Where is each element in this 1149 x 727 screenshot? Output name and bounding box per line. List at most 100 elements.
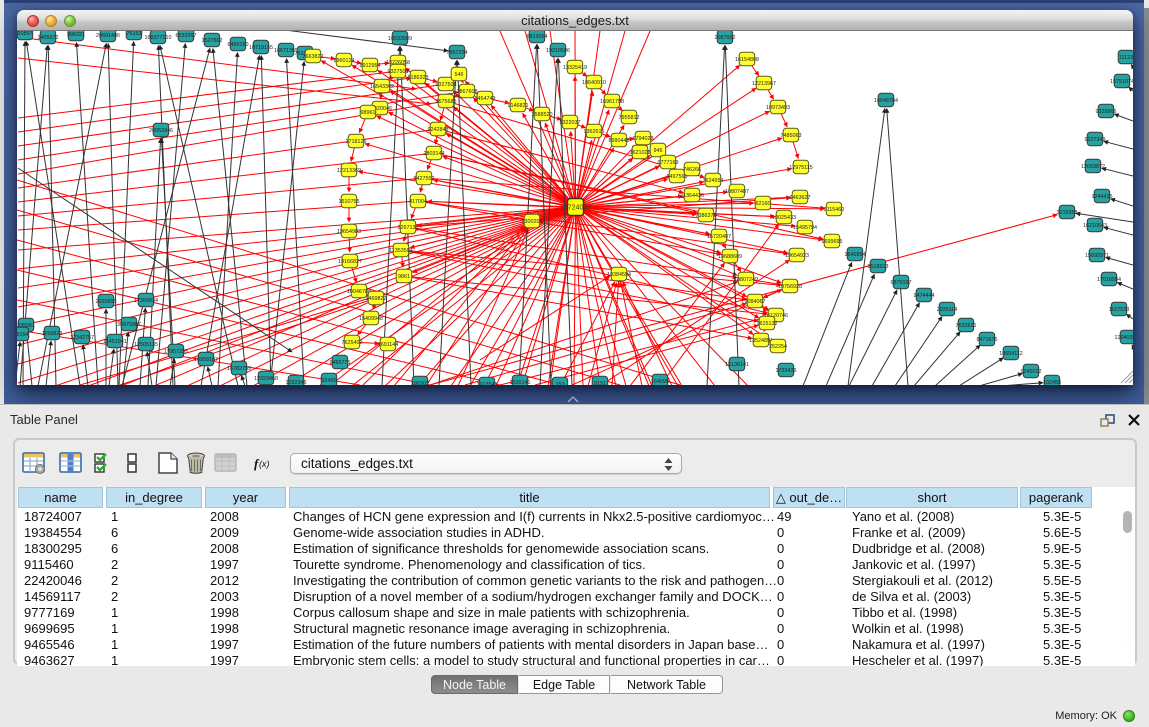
- svg-text:945: 945: [654, 148, 663, 154]
- svg-text:16210643: 16210643: [1083, 223, 1107, 229]
- svg-text:17016504: 17016504: [1097, 277, 1121, 283]
- svg-text:1405572: 1405572: [38, 35, 59, 41]
- svg-text:9084067: 9084067: [745, 299, 766, 305]
- svg-text:10756928: 10756928: [778, 284, 802, 290]
- svg-text:2718126: 2718126: [346, 139, 367, 145]
- svg-text:19654923: 19654923: [785, 253, 809, 259]
- svg-text:7955812: 7955812: [619, 115, 640, 121]
- svg-text:7957224: 7957224: [447, 50, 468, 56]
- svg-text:2867608: 2867608: [457, 89, 478, 95]
- svg-text:10973493: 10973493: [766, 105, 790, 111]
- svg-text:1535141: 1535141: [510, 380, 531, 385]
- svg-text:20053346: 20053346: [149, 128, 173, 134]
- svg-text:9151: 9151: [594, 381, 606, 385]
- svg-text:8990448: 8990448: [609, 138, 630, 144]
- svg-text:76153: 76153: [127, 31, 142, 37]
- svg-text:30975887: 30975887: [117, 322, 141, 328]
- svg-text:7625402: 7625402: [342, 340, 363, 346]
- svg-text:11353594: 11353594: [389, 248, 413, 254]
- svg-text:1588520: 1588520: [532, 112, 553, 118]
- svg-text:6794028: 6794028: [633, 136, 654, 142]
- svg-text:10807487: 10807487: [725, 189, 749, 195]
- svg-text:15720407: 15720407: [707, 234, 731, 240]
- svg-text:62160: 62160: [756, 201, 771, 207]
- svg-text:12323468: 12323468: [254, 376, 278, 382]
- svg-text:6533267: 6533267: [176, 33, 197, 39]
- svg-text:1621022: 1621022: [630, 150, 651, 156]
- svg-text:9146821: 9146821: [508, 103, 529, 109]
- svg-text:7485063: 7485063: [781, 133, 802, 139]
- svg-text:19384554: 19384554: [607, 272, 631, 278]
- svg-text:1913541: 1913541: [477, 382, 498, 385]
- svg-text:8427552: 8427552: [414, 176, 435, 182]
- svg-text:102455: 102455: [1043, 380, 1061, 385]
- svg-text:1156829: 1156829: [42, 331, 63, 337]
- svg-text:10688609: 10688609: [718, 254, 742, 260]
- svg-text:12093872: 12093872: [1081, 164, 1105, 170]
- svg-text:1362615: 1362615: [584, 129, 605, 135]
- svg-text:9327500: 9327500: [388, 69, 409, 75]
- svg-text:9242848: 9242848: [428, 127, 449, 133]
- svg-text:9699695: 9699695: [822, 239, 843, 245]
- svg-text:2803144: 2803144: [424, 151, 445, 157]
- svg-text:9115460: 9115460: [824, 207, 845, 213]
- svg-text:17359934: 17359934: [134, 298, 158, 304]
- svg-text:16543362: 16543362: [370, 84, 394, 90]
- svg-text:16648784: 16648784: [874, 98, 898, 104]
- svg-text:20691406: 20691406: [96, 33, 120, 39]
- svg-text:16961758: 16961758: [600, 99, 624, 105]
- svg-text:2300203: 2300203: [522, 219, 543, 225]
- svg-text:15136141: 15136141: [725, 362, 749, 368]
- svg-text:1292345: 1292345: [286, 380, 307, 385]
- svg-text:1640954: 1640954: [845, 252, 866, 258]
- svg-text:19166827: 19166827: [338, 259, 362, 265]
- svg-text:10958107: 10958107: [194, 357, 218, 363]
- svg-text:12213967: 12213967: [752, 81, 776, 87]
- svg-text:6879197: 6879197: [891, 280, 912, 286]
- svg-text:12975115: 12975115: [789, 165, 813, 171]
- svg-text:16154808: 16154808: [735, 57, 759, 63]
- svg-text:3215958: 3215958: [1057, 210, 1078, 216]
- svg-text:8813054: 8813054: [527, 34, 548, 40]
- svg-text:1615132: 1615132: [757, 321, 778, 327]
- svg-text:996321: 996321: [67, 32, 85, 38]
- svg-text:20897: 20897: [18, 31, 33, 37]
- svg-text:15692971: 15692971: [1085, 253, 1109, 259]
- svg-text:746266: 746266: [683, 167, 701, 173]
- svg-text:15409948: 15409948: [359, 316, 383, 322]
- svg-text:8912954: 8912954: [360, 63, 381, 69]
- svg-text:1610755: 1610755: [339, 199, 360, 205]
- svg-text:8186323: 8186323: [408, 75, 429, 81]
- svg-text:1167533: 1167533: [1109, 307, 1130, 313]
- svg-text:18640910: 18640910: [582, 80, 606, 86]
- svg-text:2087652: 2087652: [715, 35, 736, 41]
- svg-text:8471676: 8471676: [977, 337, 998, 343]
- svg-text:3675685: 3675685: [436, 99, 457, 105]
- svg-text:10025433: 10025433: [772, 215, 796, 221]
- svg-text:39154: 39154: [17, 332, 29, 338]
- svg-text:3267130: 3267130: [398, 225, 419, 231]
- svg-text:546: 546: [455, 72, 464, 78]
- svg-text:10046788: 10046788: [347, 289, 371, 295]
- svg-text:12213369: 12213369: [337, 168, 361, 174]
- svg-text:1469822: 1469822: [366, 296, 387, 302]
- svg-text:1691144: 1691144: [378, 342, 399, 348]
- svg-text:3624554: 3624554: [703, 178, 724, 184]
- svg-text:120403504: 120403504: [1115, 335, 1133, 341]
- svg-text:11123: 11123: [1119, 55, 1133, 61]
- svg-text:15495794: 15495794: [793, 225, 817, 231]
- svg-text:12342757: 12342757: [70, 335, 94, 341]
- svg-text:9861: 9861: [398, 274, 410, 280]
- svg-text:8518913: 8518913: [868, 264, 889, 270]
- svg-text:252254: 252254: [769, 344, 787, 350]
- svg-text:417004: 417004: [409, 199, 427, 205]
- svg-text:8454749: 8454749: [475, 96, 496, 102]
- svg-text:180302: 180302: [411, 381, 429, 385]
- svg-text:19654983: 19654983: [337, 229, 361, 235]
- svg-text:10719155: 10719155: [249, 45, 273, 51]
- svg-text:9474444: 9474444: [914, 293, 935, 299]
- svg-text:7632621: 7632621: [956, 323, 977, 329]
- svg-text:9227349: 9227349: [1085, 137, 1106, 143]
- svg-text:16782759: 16782759: [227, 366, 251, 372]
- svg-text:153: 153: [556, 382, 565, 385]
